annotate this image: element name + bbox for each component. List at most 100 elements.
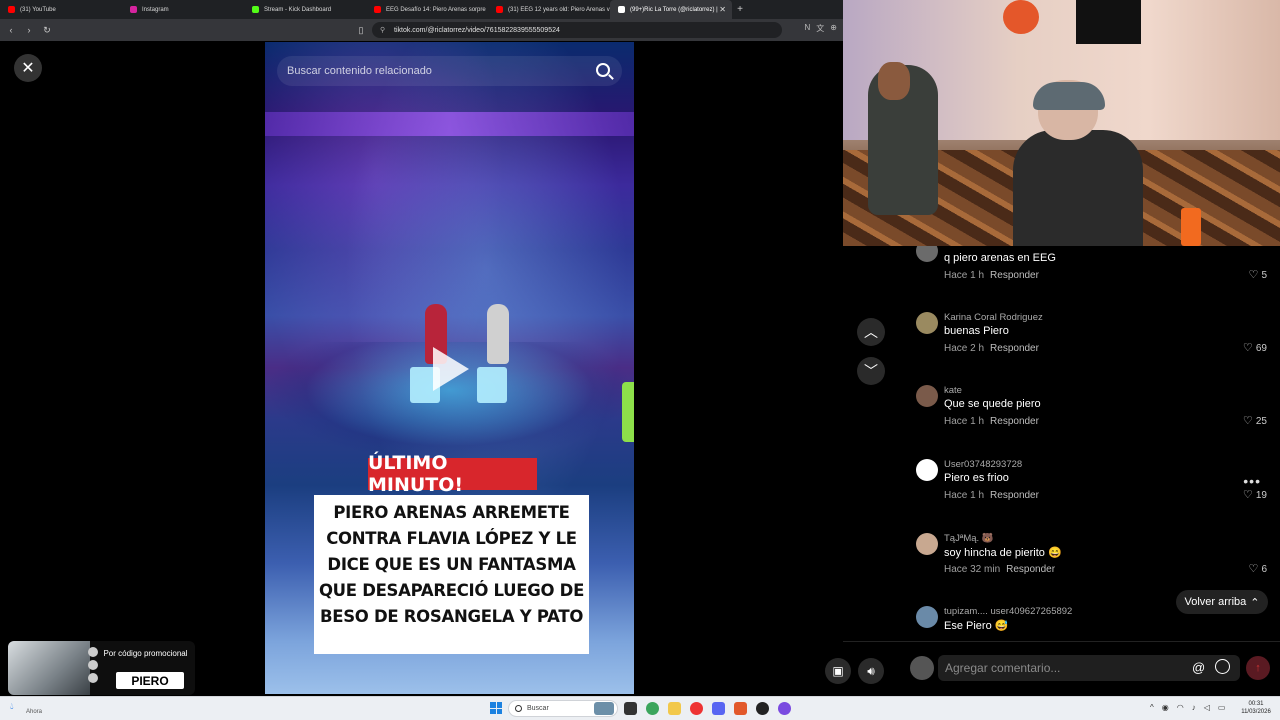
- file-explorer-icon[interactable]: [668, 702, 681, 715]
- webcam-person-right: [1013, 130, 1143, 246]
- like-button[interactable]: 6: [1248, 562, 1267, 575]
- translate-icon[interactable]: 文: [816, 23, 824, 34]
- tab-label: EEG Desafío 14: Piero Arenas sorpre: [386, 6, 486, 13]
- like-button[interactable]: 25: [1243, 414, 1267, 427]
- avatar[interactable]: [916, 312, 938, 334]
- close-tab-icon[interactable]: ✕: [719, 5, 726, 14]
- previous-video-button[interactable]: ︿: [857, 318, 885, 346]
- mention-icon[interactable]: @: [1192, 660, 1205, 675]
- forward-icon[interactable]: ›: [22, 23, 36, 37]
- emoji-icon[interactable]: [1215, 659, 1230, 674]
- comment-username[interactable]: tupizam.... user409627265892: [944, 606, 1072, 617]
- comment-time: Hace 1 h: [944, 490, 985, 501]
- chrome-icon[interactable]: [646, 702, 659, 715]
- tab-label: (31) EEG 12 years old: Piero Arenas v: [508, 6, 610, 13]
- like-count: 25: [1255, 416, 1267, 427]
- new-tab-button[interactable]: +: [732, 4, 748, 15]
- zoom-icon[interactable]: ⊕: [830, 23, 837, 34]
- video-side-graphic: [622, 382, 634, 442]
- youtube-icon: [374, 6, 381, 13]
- volume-button[interactable]: 🔊︎: [858, 658, 884, 684]
- tab-youtube[interactable]: (31) YouTube: [0, 0, 122, 19]
- close-video-button[interactable]: ✕: [14, 54, 42, 82]
- like-count: 69: [1255, 343, 1267, 354]
- more-options-icon[interactable]: •••: [1243, 473, 1261, 489]
- related-search-input[interactable]: Buscar contenido relacionado: [277, 56, 622, 86]
- twitch-icon[interactable]: [778, 702, 791, 715]
- comment-username[interactable]: kate: [944, 385, 962, 396]
- comment-text: Ese Piero 😅: [944, 620, 1009, 632]
- avatar[interactable]: [916, 533, 938, 555]
- video-player[interactable]: Buscar contenido relacionado ÚLTIMO MINU…: [265, 42, 634, 694]
- site-info-icon[interactable]: ⚲: [380, 26, 390, 34]
- related-search-placeholder: Buscar contenido relacionado: [287, 65, 432, 77]
- obs-icon[interactable]: [756, 702, 769, 715]
- weather-icon[interactable]: 💧︎: [10, 701, 14, 712]
- widget-icon[interactable]: [594, 702, 614, 715]
- urgent-label: ÚLTIMO MINUTO!: [368, 452, 537, 496]
- app-icon[interactable]: [690, 702, 703, 715]
- play-icon[interactable]: [433, 347, 469, 391]
- comment-username[interactable]: User03748293728: [944, 459, 1022, 470]
- comment-list[interactable]: q piero arenas en EEG Hace 1 h Responder …: [900, 246, 1275, 641]
- like-button[interactable]: 5: [1248, 268, 1267, 281]
- system-tray: ^ ◉ ◠ ♪ ◁ ▭: [1150, 703, 1225, 712]
- avatar[interactable]: [916, 246, 938, 262]
- back-icon[interactable]: ‹: [4, 23, 18, 37]
- heart-icon: [1243, 341, 1253, 354]
- reply-button[interactable]: Responder: [990, 270, 1039, 281]
- wifi-icon[interactable]: ◠: [1177, 703, 1184, 712]
- post-comment-button[interactable]: ↑: [1246, 656, 1270, 680]
- instagram-icon: [130, 6, 137, 13]
- mini-player-button[interactable]: ▣: [825, 658, 851, 684]
- microphone-icon[interactable]: ♪: [1192, 703, 1196, 712]
- avatar[interactable]: [916, 385, 938, 407]
- comment-username[interactable]: Karina Coral Rodriguez: [944, 312, 1043, 323]
- webcam-lamp: [1181, 208, 1201, 246]
- like-button[interactable]: 19: [1243, 488, 1267, 501]
- taskbar-clock[interactable]: 00:31 11/03/2026: [1236, 700, 1276, 716]
- tab-instagram[interactable]: Instagram: [122, 0, 244, 19]
- next-video-button[interactable]: ﹀: [857, 357, 885, 385]
- reply-button[interactable]: Responder: [990, 416, 1039, 427]
- clock-date: 11/03/2026: [1241, 709, 1271, 715]
- discord-icon[interactable]: [712, 702, 725, 715]
- network-icon[interactable]: ◉: [1162, 703, 1169, 712]
- speaker-icon[interactable]: ◁: [1204, 703, 1210, 712]
- reload-icon[interactable]: ↻: [40, 23, 54, 37]
- tab-eeg-desafio[interactable]: EEG Desafío 14: Piero Arenas sorpre: [366, 0, 488, 19]
- youtube-icon: [8, 6, 15, 13]
- comment-text: q piero arenas en EEG: [944, 252, 1056, 264]
- avatar[interactable]: [916, 606, 938, 628]
- tab-kick[interactable]: Stream - Kick Dashboard: [244, 0, 366, 19]
- reply-button[interactable]: Responder: [990, 490, 1039, 501]
- taskbar-search-placeholder: Buscar: [527, 705, 549, 712]
- windows-start-icon[interactable]: [490, 702, 502, 714]
- comment-text: Que se quede piero: [944, 398, 1041, 410]
- extension-icon[interactable]: N: [805, 23, 811, 34]
- webcam-overlay: [843, 0, 1280, 246]
- back-to-top-button[interactable]: Volver arriba ⌃: [1176, 590, 1268, 614]
- avatar[interactable]: [916, 459, 938, 481]
- windows-taskbar: 💧︎ Ahora Buscar ^ ◉ ◠ ♪ ◁ ▭ 00:31 11/03/2…: [0, 696, 1280, 720]
- chevron-up-icon[interactable]: ^: [1150, 703, 1154, 712]
- toolbar-actions: N 文 ⊕: [805, 23, 837, 34]
- screen: (31) YouTube Instagram Stream - Kick Das…: [0, 0, 1280, 720]
- video-headline: Piero Arenas arremete contra Flavia Lópe…: [314, 495, 589, 654]
- tab-label: Instagram: [142, 6, 169, 13]
- battery-icon[interactable]: ▭: [1218, 703, 1226, 712]
- reply-button[interactable]: Responder: [990, 343, 1039, 354]
- reply-button[interactable]: Responder: [1006, 564, 1055, 575]
- brave-icon[interactable]: [734, 702, 747, 715]
- tab-tiktok[interactable]: (99+)Ric La Torre (@riclatorrez) | ✕: [610, 0, 732, 19]
- comment-meta: Hace 32 min Responder: [944, 564, 1055, 575]
- back-to-top-label: Volver arriba: [1184, 596, 1247, 608]
- video-stage-banner: [265, 112, 634, 136]
- search-icon[interactable]: [596, 63, 610, 77]
- address-bar[interactable]: ⚲ tiktok.com/@riclatorrez/video/76158228…: [372, 22, 782, 38]
- bookmark-icon[interactable]: ▯: [354, 23, 368, 37]
- like-button[interactable]: 69: [1243, 341, 1267, 354]
- comment-username[interactable]: TąJªMą. 🐻: [944, 533, 994, 544]
- task-view-icon[interactable]: [624, 702, 637, 715]
- tab-eeg-12-years[interactable]: (31) EEG 12 years old: Piero Arenas v: [488, 0, 610, 19]
